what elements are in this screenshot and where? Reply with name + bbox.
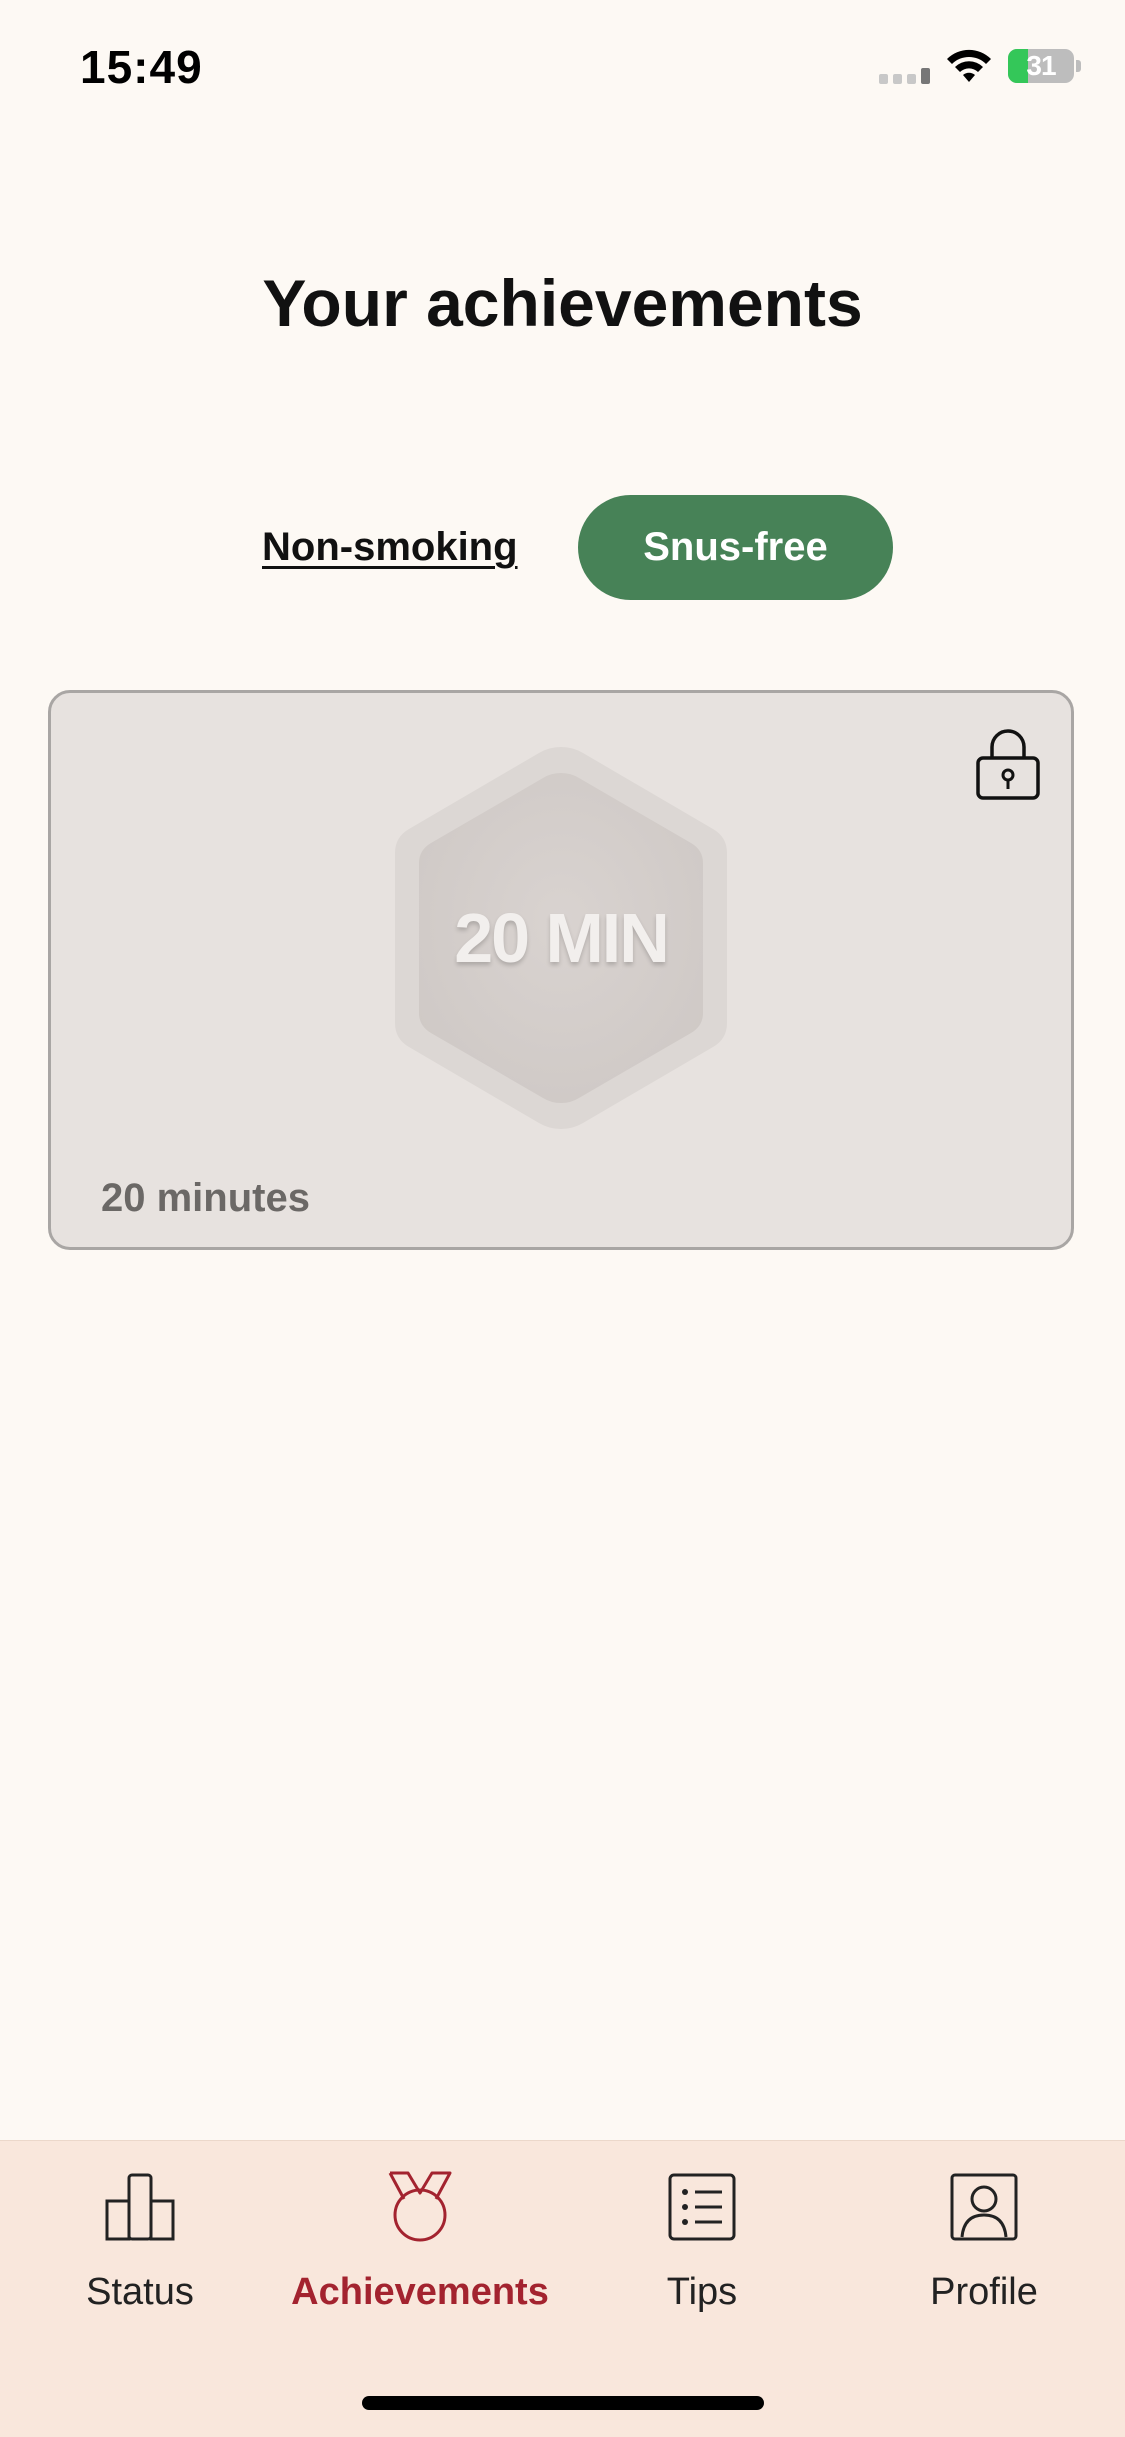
nav-label-status: Status: [86, 2271, 194, 2313]
battery-percent: 31: [1026, 50, 1056, 81]
status-bar: 15:49 31: [0, 0, 1125, 140]
badge-label: 20 MIN: [454, 899, 670, 977]
profile-icon: [950, 2173, 1018, 2241]
achievement-caption: 20 minutes: [101, 1176, 310, 1220]
bottom-tab-bar: Status Achievements Tips Profile: [0, 2140, 1125, 2437]
nav-item-profile[interactable]: Profile: [844, 2171, 1124, 2341]
achievement-card[interactable]: 20 MIN 20 minutes: [48, 690, 1074, 1250]
tab-non-smoking[interactable]: Non-smoking: [262, 525, 518, 570]
wifi-icon: [947, 49, 991, 82]
nav-label-profile: Profile: [930, 2271, 1038, 2313]
nav-item-tips[interactable]: Tips: [562, 2171, 842, 2341]
battery-icon: 31: [1008, 49, 1074, 83]
nav-item-status[interactable]: Status: [0, 2171, 280, 2341]
list-icon: [668, 2173, 736, 2241]
cellular-signal-icon: [879, 48, 930, 84]
home-indicator: [362, 2396, 764, 2410]
lock-icon: [976, 729, 1040, 800]
status-time: 15:49: [80, 41, 203, 93]
achievement-badge: 20 MIN: [391, 743, 731, 1133]
tab-snus-free[interactable]: Snus-free: [578, 495, 893, 600]
status-icons: 31: [879, 48, 1081, 84]
nav-label-achievements: Achievements: [291, 2271, 549, 2313]
page-title: Your achievements: [262, 266, 863, 340]
nav-label-tips: Tips: [666, 2271, 738, 2313]
battery-tip: [1076, 60, 1081, 72]
status-chart-icon: [105, 2173, 175, 2241]
nav-item-achievements[interactable]: Achievements: [280, 2171, 560, 2341]
medal-icon: [388, 2171, 452, 2242]
